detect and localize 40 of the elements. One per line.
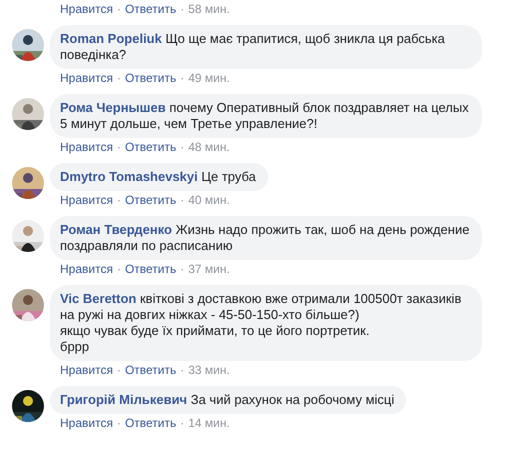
comment-text: Dmytro Tomashevskyi Це труба: [60, 169, 256, 185]
comment-text: Рома Чернышев почему Оперативный блок поздравляет на целых 5 минут дольше, чем Третье управление?!: [60, 100, 470, 132]
reply-link[interactable]: Ответить: [124, 262, 176, 277]
author-name[interactable]: Vic Beretton: [60, 291, 136, 306]
like-link[interactable]: Нравится: [60, 262, 113, 277]
reply-link[interactable]: Ответить: [124, 71, 176, 86]
separator-dot: ·: [116, 262, 121, 277]
author-name[interactable]: Григорій Мількевич: [60, 392, 188, 407]
separator-dot: ·: [180, 193, 184, 208]
author-name[interactable]: Dmytro Tomashevskyi: [60, 169, 198, 184]
separator-dot: ·: [116, 2, 121, 17]
separator-dot: ·: [116, 416, 121, 431]
reply-link[interactable]: Ответить: [124, 363, 176, 378]
reply-link[interactable]: Ответить: [124, 193, 176, 208]
author-name[interactable]: Roman Popeliuk: [60, 31, 162, 46]
like-link[interactable]: Нравится: [60, 363, 113, 378]
like-link[interactable]: Нравится: [60, 416, 113, 431]
reply-link[interactable]: Ответить: [124, 2, 176, 17]
separator-dot: ·: [180, 416, 184, 431]
reply-link[interactable]: Ответить: [124, 416, 176, 431]
author-name[interactable]: Рома Чернышев: [60, 100, 166, 115]
comment-text: Roman Popeliuk Що ще має трапитися, щоб зникла ця рабська поведінка?: [60, 31, 446, 63]
separator-dot: ·: [180, 2, 184, 17]
like-link[interactable]: Нравится: [60, 71, 113, 86]
separator-dot: ·: [116, 71, 121, 86]
comment-text: Григорій Мількевич За чий рахунок на робочому місці: [60, 392, 394, 408]
separator-dot: ·: [180, 140, 184, 155]
separator-dot: ·: [180, 262, 184, 277]
separator-dot: ·: [116, 140, 121, 155]
like-link[interactable]: Нравится: [60, 193, 113, 208]
comment-text: Vic Beretton квіткові з доставкою вже отримали 100500т заказиків на ружі на довгих ніжках - 45-50-150-хто більше?) якщо чувак буде їх приймати, то це його портретик. бррр: [60, 291, 462, 355]
comment-text: Роман Тверденко Жизнь надо прожить так, шоб на день рождение поздравляли по расписанию: [60, 222, 470, 254]
separator-dot: ·: [116, 363, 121, 378]
author-name[interactable]: Роман Тверденко: [60, 222, 172, 237]
separator-dot: ·: [116, 193, 121, 208]
like-link[interactable]: Нравится: [60, 2, 113, 17]
separator-dot: ·: [180, 71, 184, 86]
separator-dot: ·: [180, 363, 184, 378]
reply-link[interactable]: Ответить: [124, 140, 176, 155]
like-link[interactable]: Нравится: [60, 140, 113, 155]
